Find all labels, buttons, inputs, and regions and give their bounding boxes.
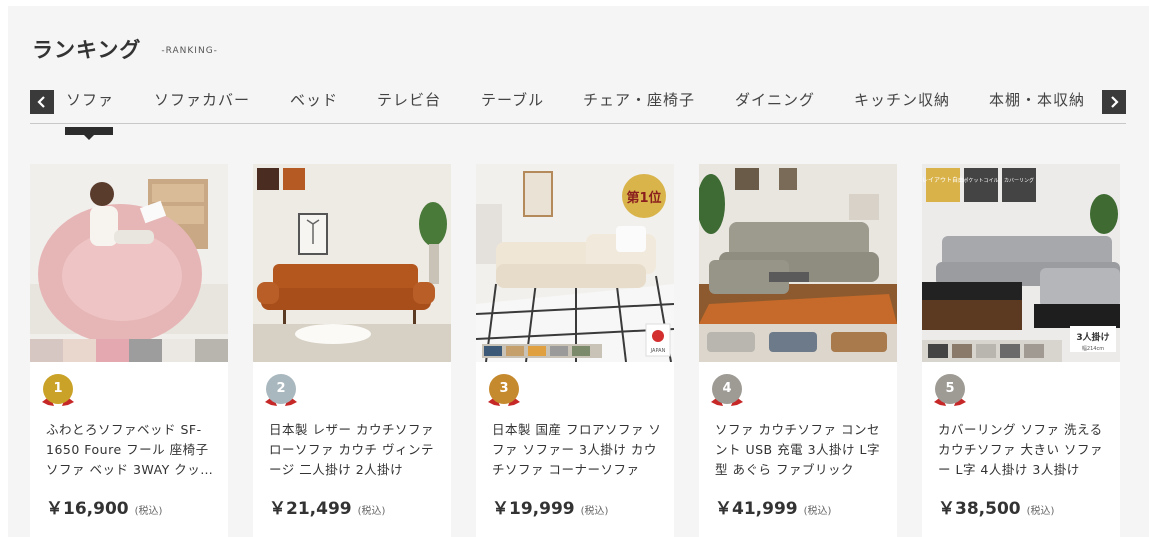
rank-badge: 2 xyxy=(263,372,299,412)
price-row: ￥21,499 (税込) xyxy=(269,494,385,519)
product-name[interactable]: 日本製 国産 フロアソファ ソファ ソファー 3人掛け カウチソファ コーナーソ… xyxy=(492,420,662,480)
product-image[interactable] xyxy=(253,164,451,362)
product-image[interactable]: レイアウト自由 ポケットコイル カバーリング 3人掛け 幅214cm xyxy=(922,164,1120,362)
rank-number: 2 xyxy=(276,381,286,396)
section-header: ランキング -RANKING- xyxy=(32,34,218,64)
product-name[interactable]: ふわとろソファベッド SF-1650 Foure フール 座椅子 ソファ ベッド… xyxy=(46,420,216,480)
chevron-right-icon xyxy=(1111,96,1119,108)
award-badge: 第1位 xyxy=(626,190,661,206)
product-card-5[interactable]: レイアウト自由 ポケットコイル カバーリング 3人掛け 幅214cm 5 カバー… xyxy=(922,164,1120,537)
rank-number: 5 xyxy=(945,381,955,396)
product-image[interactable] xyxy=(699,164,897,362)
tab-bookshelf[interactable]: 本棚・本収納 xyxy=(989,90,1085,110)
price-row: ￥38,500 (税込) xyxy=(938,494,1054,519)
tab-sofa-cover[interactable]: ソファカバー xyxy=(154,90,250,110)
tab-tv-stand[interactable]: テレビ台 xyxy=(377,90,441,110)
rank-badge: 5 xyxy=(932,372,968,412)
tax-note: (税込) xyxy=(580,506,609,517)
product-image[interactable]: 第1位 JAPAN xyxy=(476,164,674,362)
rank-number: 3 xyxy=(499,381,509,396)
tabs-next-button[interactable] xyxy=(1102,90,1126,114)
tab-bed[interactable]: ベッド xyxy=(290,90,338,110)
tabs-prev-button[interactable] xyxy=(30,90,54,114)
product-card-2[interactable]: 2 日本製 レザー カウチソファ ローソファ カウチ ヴィンテージ 二人掛け 2… xyxy=(253,164,451,537)
product-card-4[interactable]: 4 ソファ カウチソファ コンセント USB 充電 3人掛け L字型 あぐら フ… xyxy=(699,164,897,537)
tax-note: (税込) xyxy=(134,506,163,517)
product-price: ￥41,999 xyxy=(715,499,798,519)
product-price: ￥16,900 xyxy=(46,499,129,519)
tab-chair[interactable]: チェア・座椅子 xyxy=(583,90,695,110)
product-name[interactable]: 日本製 レザー カウチソファ ローソファ カウチ ヴィンテージ 二人掛け 2人掛… xyxy=(269,420,439,480)
chevron-left-icon xyxy=(37,96,45,108)
section-subtitle: -RANKING- xyxy=(161,46,218,56)
rank-badge: 1 xyxy=(40,372,76,412)
seat-count-label: 3人掛け xyxy=(1076,331,1109,343)
product-price: ￥38,500 xyxy=(938,499,1021,519)
price-row: ￥41,999 (税込) xyxy=(715,494,831,519)
section-title: ランキング xyxy=(32,38,142,62)
tax-note: (税込) xyxy=(357,506,386,517)
badge-pocket-coil: ポケットコイル xyxy=(963,177,998,184)
product-price: ￥19,999 xyxy=(492,499,575,519)
tabs-divider xyxy=(30,123,1126,124)
tab-sofa[interactable]: ソファ xyxy=(66,90,114,110)
badge-layout-free: レイアウト自由 xyxy=(922,176,964,184)
rank-number: 1 xyxy=(53,381,63,396)
badge-covering: カバーリング xyxy=(1004,177,1034,184)
product-name[interactable]: ソファ カウチソファ コンセント USB 充電 3人掛け L字型 あぐら ファブ… xyxy=(715,420,885,480)
ranking-section: ランキング -RANKING- ソファ ソファカバー ベッド テレビ台 テーブル… xyxy=(8,6,1149,537)
tab-kitchen-storage[interactable]: キッチン収納 xyxy=(854,90,950,110)
rank-badge: 3 xyxy=(486,372,522,412)
category-tabs: ソファ ソファカバー ベッド テレビ台 テーブル チェア・座椅子 ダイニング キ… xyxy=(30,86,1126,140)
tax-note: (税込) xyxy=(1026,506,1055,517)
rank-number: 4 xyxy=(722,381,732,396)
tax-note: (税込) xyxy=(803,506,832,517)
product-card-3[interactable]: 第1位 JAPAN 3 日本製 国産 フロアソファ ソファ ソファー 3人掛け … xyxy=(476,164,674,537)
tab-dining[interactable]: ダイニング xyxy=(735,90,815,110)
product-name[interactable]: カバーリング ソファ 洗える カウチソファ 大きい ソファー L字 4人掛け 3… xyxy=(938,420,1108,480)
tab-table[interactable]: テーブル xyxy=(481,90,544,110)
price-row: ￥19,999 (税込) xyxy=(492,494,608,519)
product-card-1[interactable]: 1 ふわとろソファベッド SF-1650 Foure フール 座椅子 ソファ ベ… xyxy=(30,164,228,537)
active-tab-indicator xyxy=(65,127,113,140)
rank-badge: 4 xyxy=(709,372,745,412)
product-image[interactable] xyxy=(30,164,228,362)
product-price: ￥21,499 xyxy=(269,499,352,519)
made-in-japan-label: JAPAN xyxy=(650,348,666,354)
price-row: ￥16,900 (税込) xyxy=(46,494,162,519)
width-label: 幅214cm xyxy=(1082,345,1104,352)
